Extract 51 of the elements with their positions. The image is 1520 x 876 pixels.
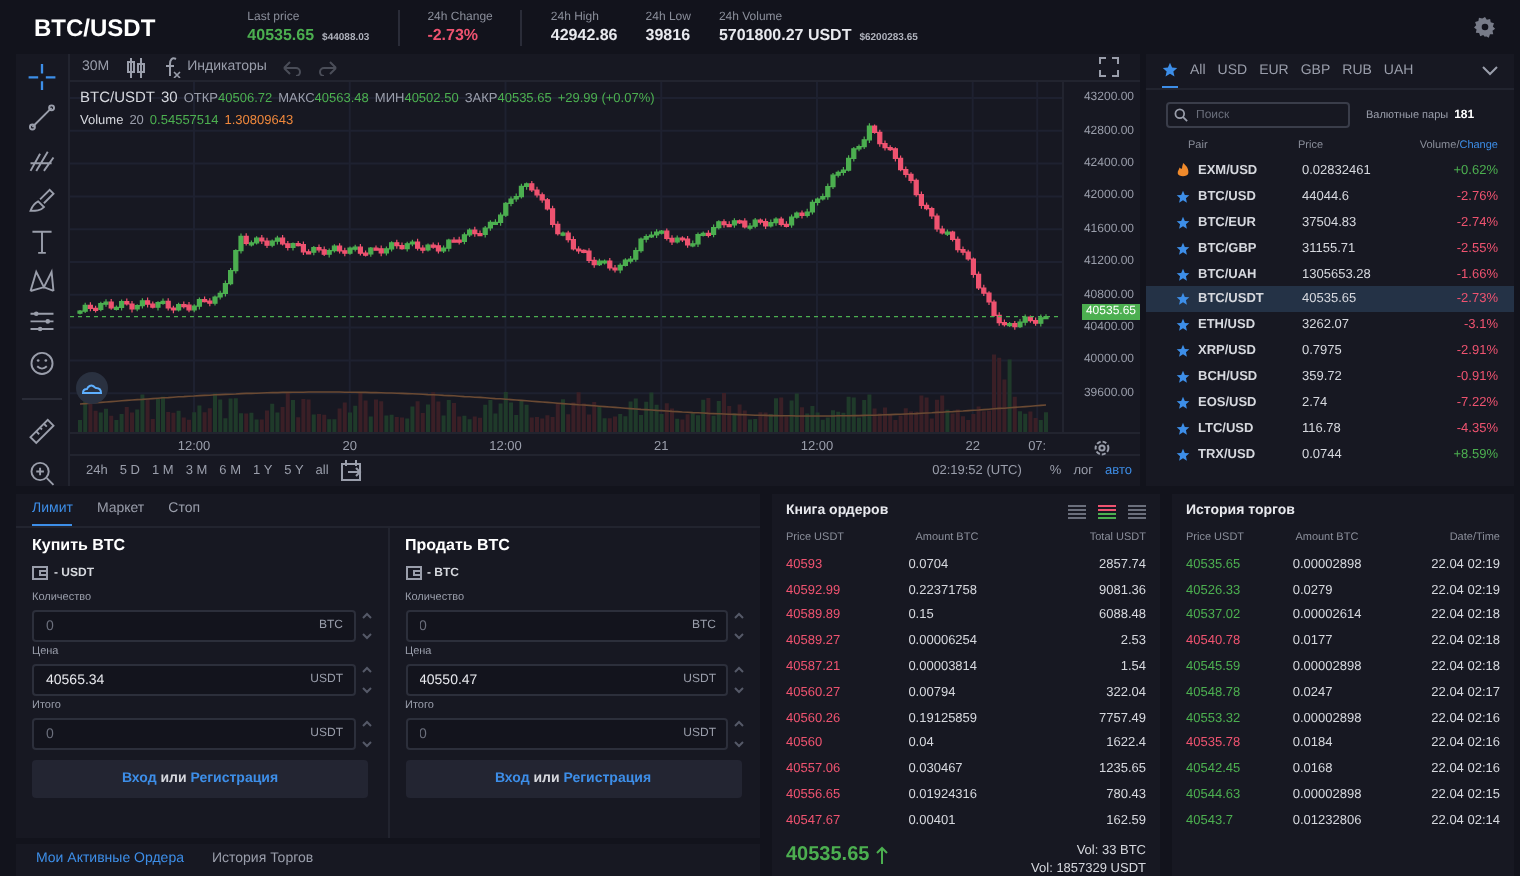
function-icon (161, 56, 182, 79)
wallet-icon (405, 566, 421, 580)
side-title: Продать BTC (405, 536, 512, 554)
stepper-icon[interactable] (361, 610, 371, 642)
cloud-logo-icon (76, 372, 108, 405)
stat-value: 40535.65 (247, 25, 315, 43)
stepper-icon[interactable] (734, 718, 744, 750)
stepper-icon[interactable] (361, 664, 371, 696)
star-icon[interactable] (1176, 370, 1190, 385)
crosshair-icon[interactable] (28, 64, 56, 91)
ruler-lines-icon[interactable] (28, 308, 56, 336)
stat-value: 39816 (645, 25, 691, 43)
text-tool-icon[interactable] (28, 227, 56, 255)
settings-icon[interactable] (1474, 16, 1496, 38)
candles-icon[interactable] (125, 55, 146, 80)
calendar-arrow-icon[interactable] (340, 459, 365, 482)
star-icon[interactable] (1176, 447, 1190, 462)
star-icon[interactable] (1176, 189, 1190, 204)
wallet-icon (32, 566, 48, 580)
last-price: 40535.65 (786, 843, 870, 866)
stepper-icon[interactable] (734, 610, 744, 642)
star-icon[interactable] (1176, 421, 1190, 436)
star-icon[interactable] (1176, 344, 1190, 359)
chart-settings-icon[interactable] (1092, 438, 1112, 459)
star-icon[interactable] (1176, 267, 1190, 281)
flame-icon (1176, 162, 1190, 179)
zoom-icon[interactable] (28, 459, 56, 487)
smiley-icon[interactable] (28, 349, 56, 377)
stat-value: -2.73% (427, 25, 479, 43)
book-view-icon[interactable] (1128, 503, 1146, 519)
star-icon[interactable] (1176, 215, 1190, 230)
stepper-icon[interactable] (734, 664, 744, 696)
star-icon[interactable] (1176, 318, 1190, 333)
book-view-icon[interactable] (1068, 503, 1086, 519)
stat-value: 42942.86 (550, 25, 618, 43)
stepper-icon[interactable] (361, 718, 371, 750)
fullscreen-icon[interactable] (1098, 56, 1120, 79)
pair-title: BTC/USDT (34, 13, 156, 41)
arrow-up-icon (875, 845, 888, 864)
stat-value: 5701800.27 USDT (718, 25, 852, 43)
chevron-down-icon[interactable] (1482, 66, 1498, 76)
star-icon[interactable] (1176, 241, 1190, 256)
brush-icon[interactable] (28, 186, 56, 214)
star-icon[interactable] (1176, 395, 1190, 410)
star-icon[interactable] (1176, 292, 1190, 307)
side-title: Купить BTC (32, 536, 128, 554)
pattern-icon[interactable] (28, 268, 56, 295)
book-view-icon[interactable] (1098, 503, 1116, 519)
search-icon (1174, 108, 1188, 122)
trend-line-icon[interactable] (28, 104, 56, 132)
ruler-icon[interactable] (28, 418, 56, 446)
